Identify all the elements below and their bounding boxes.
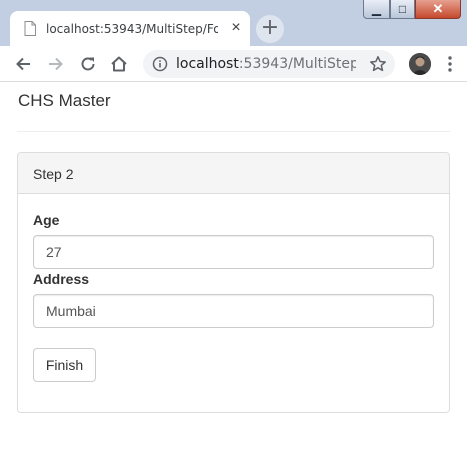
address-input[interactable] <box>33 294 434 328</box>
panel-heading: Step 2 <box>18 153 449 194</box>
address-label: Address <box>33 271 90 287</box>
brand-title[interactable]: CHS Master <box>18 91 111 111</box>
forward-arrow-icon[interactable] <box>45 54 65 74</box>
age-label: Age <box>33 212 60 228</box>
browser-titlebar: localhost:53943/MultiStep/Form2 × + ▁ □ … <box>0 0 467 46</box>
finish-button[interactable]: Finish <box>33 348 96 382</box>
minimize-icon: ▁ <box>371 2 382 16</box>
browser-toolbar: localhost:53943/MultiStep/... <box>0 46 467 82</box>
browser-tab[interactable]: localhost:53943/MultiStep/Form2 × <box>10 11 250 46</box>
minimize-button[interactable]: ▁ <box>363 0 390 19</box>
header-divider <box>17 131 450 132</box>
url-text[interactable]: localhost:53943/MultiStep/... <box>176 56 356 73</box>
reload-icon[interactable] <box>78 54 98 74</box>
profile-avatar-image <box>409 53 431 75</box>
close-icon: ✕ <box>432 1 444 16</box>
maximize-button[interactable]: □ <box>390 0 415 19</box>
window-controls: ▁ □ ✕ <box>363 0 461 20</box>
page-favicon-icon <box>24 21 36 36</box>
url-host: localhost <box>176 56 239 72</box>
age-input[interactable] <box>33 235 434 269</box>
home-icon[interactable] <box>109 54 129 74</box>
url-path: :53943/MultiStep/... <box>238 56 356 72</box>
star-icon[interactable] <box>369 55 387 73</box>
tab-close-icon[interactable]: × <box>228 20 244 36</box>
profile-avatar[interactable] <box>409 53 431 75</box>
step-panel: Step 2 Age Address Finish <box>17 152 450 413</box>
info-icon[interactable] <box>152 56 168 72</box>
address-bar[interactable]: localhost:53943/MultiStep/... <box>143 50 395 78</box>
menu-dots-icon[interactable] <box>444 54 456 74</box>
panel-title: Step 2 <box>33 166 74 182</box>
new-tab-button[interactable]: + <box>256 15 284 43</box>
maximize-icon: □ <box>398 2 407 16</box>
back-arrow-icon[interactable] <box>14 54 34 74</box>
tab-title: localhost:53943/MultiStep/Form2 <box>46 22 218 36</box>
close-window-button[interactable]: ✕ <box>415 0 461 19</box>
page-content: CHS Master Step 2 Age Address Finish <box>0 82 467 467</box>
